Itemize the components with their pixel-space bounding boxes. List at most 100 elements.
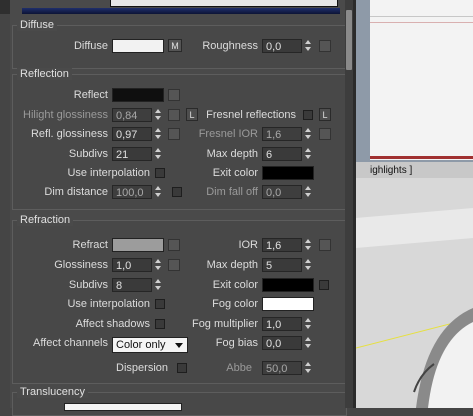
refr-exit-color-label: Exit color <box>212 279 258 291</box>
fog-multiplier-spinner[interactable] <box>303 317 312 331</box>
refr-subdivs-value[interactable]: 8 <box>112 278 152 292</box>
fog-multiplier-label: Fog multiplier <box>191 318 258 330</box>
hilight-map-button[interactable] <box>168 109 180 121</box>
viewport-edge-line <box>370 156 473 159</box>
fresnel-ior-spinner[interactable] <box>303 127 312 141</box>
refr-use-interpolation-checkbox[interactable] <box>155 299 165 309</box>
refr-use-interpolation-label: Use interpolation <box>67 298 150 310</box>
dim-distance-spinner[interactable] <box>153 185 162 199</box>
ior-label: IOR <box>238 239 258 251</box>
abbe-spinner[interactable] <box>303 361 312 375</box>
fresnel-reflections-label: Fresnel reflections <box>206 109 296 121</box>
translucency-type-dropdown[interactable] <box>64 403 182 411</box>
refl-glossiness-map-button[interactable] <box>168 128 180 140</box>
reflect-map-button[interactable] <box>168 89 180 101</box>
dim-distance-checkbox[interactable] <box>172 187 182 197</box>
diffuse-title: Diffuse <box>17 19 58 31</box>
dim-distance-label: Dim distance <box>44 186 108 198</box>
dispersion-checkbox[interactable] <box>177 363 187 373</box>
refl-exit-color-label: Exit color <box>212 167 258 179</box>
refract-map-button[interactable] <box>168 239 180 251</box>
translucency-title: Translucency <box>17 386 89 398</box>
fresnel-ior-label: Fresnel IOR <box>198 128 258 140</box>
ior-spinner[interactable] <box>303 238 312 252</box>
viewport-guide-line <box>370 22 473 23</box>
material-name-field[interactable] <box>110 0 338 7</box>
viewport-top-area <box>370 0 473 160</box>
refl-use-interpolation-checkbox[interactable] <box>155 168 165 178</box>
hilight-glossiness-spinner[interactable] <box>153 108 162 122</box>
hilight-lock-button[interactable]: L <box>186 108 198 121</box>
fog-bias-spinner[interactable] <box>303 336 312 350</box>
roughness-spinner[interactable] <box>303 39 312 53</box>
glossiness-label: Glossiness <box>54 259 108 271</box>
fog-color-swatch[interactable] <box>262 297 314 311</box>
viewport-grid-line <box>370 16 473 17</box>
dispersion-label: Dispersion <box>116 362 168 374</box>
refl-max-depth-value[interactable]: 6 <box>262 147 302 161</box>
refr-subdivs-label: Subdivs <box>68 279 108 291</box>
refl-glossiness-value[interactable]: 0,97 <box>112 127 152 141</box>
refraction-title: Refraction <box>17 214 74 226</box>
refl-exit-color-swatch[interactable] <box>262 166 314 180</box>
scrollbar-thumb[interactable] <box>346 10 352 70</box>
fresnel-ior-map-button[interactable] <box>319 128 331 140</box>
reflection-title: Reflection <box>17 68 72 80</box>
dim-falloff-label: Dim fall off <box>206 186 258 198</box>
material-preview-bar <box>22 8 340 14</box>
abbe-value[interactable]: 50,0 <box>262 361 302 375</box>
refl-glossiness-label: Refl. glossiness <box>30 128 108 140</box>
ior-map-button[interactable] <box>319 239 331 251</box>
hilight-glossiness-label: Hilight glossiness <box>23 109 108 121</box>
glossiness-value[interactable]: 1,0 <box>112 258 152 272</box>
fresnel-ior-value[interactable]: 1,6 <box>262 127 302 141</box>
scene-geometry-icon <box>355 178 473 408</box>
dim-falloff-spinner[interactable] <box>303 185 312 199</box>
refl-max-depth-label: Max depth <box>206 148 258 160</box>
abbe-label: Abbe <box>226 362 252 374</box>
refract-color-swatch[interactable] <box>112 238 164 252</box>
glossiness-map-button[interactable] <box>168 259 180 271</box>
refr-max-depth-spinner[interactable] <box>303 258 312 272</box>
roughness-label: Roughness <box>202 40 258 52</box>
reflect-label: Reflect <box>73 89 108 101</box>
fresnel-reflections-checkbox[interactable] <box>303 110 313 120</box>
glossiness-spinner[interactable] <box>153 258 162 272</box>
fog-bias-value[interactable]: 0,0 <box>262 336 302 350</box>
fresnel-lock-button[interactable]: L <box>319 108 331 121</box>
ior-value[interactable]: 1,6 <box>262 238 302 252</box>
reflect-color-swatch[interactable] <box>112 88 164 102</box>
refl-subdivs-spinner[interactable] <box>153 147 162 161</box>
fog-color-label: Fog color <box>212 298 258 310</box>
viewport-scene <box>355 178 473 408</box>
refr-max-depth-label: Max depth <box>206 259 258 271</box>
affect-channels-value: Color only <box>116 339 166 351</box>
roughness-value[interactable]: 0,0 <box>262 39 302 53</box>
affect-channels-label: Affect channels <box>32 337 108 349</box>
refract-label: Refract <box>72 239 108 251</box>
diffuse-map-button[interactable]: M <box>168 39 182 52</box>
refl-glossiness-spinner[interactable] <box>153 127 162 141</box>
refr-max-depth-value[interactable]: 5 <box>262 258 302 272</box>
diffuse-label: Diffuse <box>73 40 108 52</box>
refr-exit-color-swatch[interactable] <box>262 278 314 292</box>
refl-subdivs-label: Subdivs <box>68 148 108 160</box>
affect-shadows-checkbox[interactable] <box>155 319 165 329</box>
affect-shadows-label: Affect shadows <box>75 318 150 330</box>
affect-channels-dropdown[interactable]: Color only <box>112 337 188 353</box>
viewport-border <box>353 0 356 408</box>
viewport-label[interactable]: ighlights ] <box>370 165 412 176</box>
dim-distance-value[interactable]: 100,0 <box>112 185 152 199</box>
roughness-map-button[interactable] <box>319 40 331 52</box>
fog-multiplier-value[interactable]: 1,0 <box>262 317 302 331</box>
fog-bias-label: Fog bias <box>215 337 258 349</box>
refr-exit-color-checkbox[interactable] <box>319 280 329 290</box>
refl-use-interpolation-label: Use interpolation <box>67 167 150 179</box>
refl-max-depth-spinner[interactable] <box>303 147 312 161</box>
hilight-glossiness-value[interactable]: 0,84 <box>112 108 152 122</box>
refl-subdivs-value[interactable]: 21 <box>112 147 152 161</box>
refr-subdivs-spinner[interactable] <box>153 278 162 292</box>
diffuse-color-swatch[interactable] <box>112 39 164 53</box>
chevron-down-icon <box>175 343 183 348</box>
dim-falloff-value[interactable]: 0,0 <box>262 185 302 199</box>
